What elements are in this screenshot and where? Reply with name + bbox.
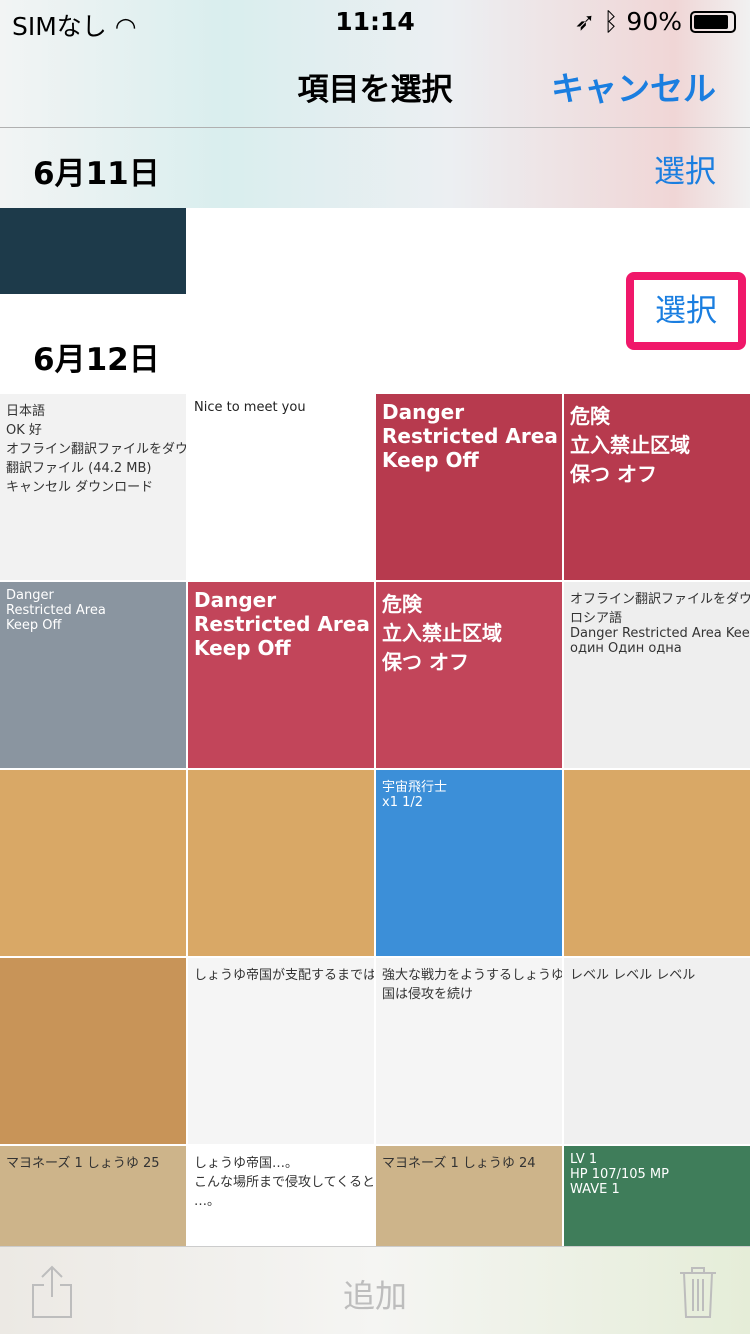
- photo-thumbnail[interactable]: しょうゆ帝国…。こんな場所まで侵攻してくるとは …。: [188, 1146, 374, 1246]
- thumbnail-text: ロシア語: [570, 611, 623, 626]
- thumbnail-text: マヨネーズ 1 しょうゆ 25: [6, 1156, 160, 1171]
- thumbnail-text: OK 好: [6, 423, 42, 438]
- section-date: 6月12日: [33, 342, 160, 378]
- thumbnail-text: x1 1/2: [382, 795, 424, 810]
- thumbnail-text: 保つ オフ: [382, 650, 469, 674]
- thumbnail-text: Restricted Area: [194, 612, 370, 636]
- photo-thumbnail[interactable]: しょうゆ帝国が支配するまでは…。: [188, 958, 374, 1144]
- thumbnail-text: 翻訳ファイル (44.2 MB): [6, 461, 152, 476]
- photo-thumbnail[interactable]: [0, 770, 186, 956]
- location-icon: ➶: [574, 7, 596, 36]
- thumbnail-text: しょうゆ帝国…。: [194, 1156, 299, 1171]
- thumbnail-text: Restricted Area: [6, 603, 106, 618]
- thumbnail-text: キャンセル ダウンロード: [6, 480, 154, 495]
- select-label: 選択: [634, 280, 738, 342]
- thumbnail-text: …。: [194, 1194, 221, 1209]
- photo-thumbnail[interactable]: 日本語 OK 好オフライン翻訳ファイルをダウンロード翻訳ファイル (44.2 MB…: [0, 394, 186, 580]
- battery-percent: 90%: [626, 7, 682, 36]
- status-bar: SIMなし ◠ 11:14 ➶ ᛒ 90%: [0, 0, 750, 41]
- thumbnail-text: LV 1: [570, 1152, 598, 1167]
- photo-thumbnail[interactable]: Nice to meet you: [188, 394, 374, 580]
- photo-thumbnail[interactable]: Danger Restricted Area Keep Off: [376, 394, 562, 580]
- photo-thumbnail[interactable]: [188, 770, 374, 956]
- photo-thumbnail[interactable]: レベル レベル レベル: [564, 958, 750, 1144]
- thumbnail-text: Danger: [194, 588, 277, 612]
- thumbnail-text: 立入禁止区域: [382, 621, 502, 645]
- thumbnail-text: 宇宙飛行士: [382, 780, 448, 795]
- thumbnail-text: レベル レベル レベル: [570, 968, 696, 983]
- battery-icon: [690, 10, 736, 33]
- thumbnail-text: Keep Off: [6, 618, 62, 633]
- section-header: 6月11日 選択: [0, 128, 750, 208]
- thumbnail-text: Danger Restricted Area Keep Off: [570, 626, 750, 641]
- thumbnail-text: 強大な戦力をようするしょうゆ帝: [382, 968, 562, 983]
- add-button[interactable]: 追加: [0, 1271, 750, 1317]
- thumbnail-text: オフライン翻訳ファイルをダウンロード: [6, 442, 186, 457]
- photo-thumbnail[interactable]: マヨネーズ 1 しょうゆ 24: [376, 1146, 562, 1246]
- photo-thumbnail[interactable]: [564, 770, 750, 956]
- photo-thumbnail[interactable]: Danger Restricted Area Keep Off: [188, 582, 374, 768]
- thumbnail-text: 危険: [382, 592, 422, 616]
- bottom-toolbar: 追加: [0, 1246, 750, 1334]
- photo-thumbnail[interactable]: 危険立入禁止区域 保つ オフ: [376, 582, 562, 768]
- photo-thumbnail[interactable]: オフライン翻訳ファイルをダウンロードロシア語Danger Restricted …: [564, 582, 750, 768]
- thumbnail-text: HP 107/105 MP: [570, 1167, 669, 1182]
- photo-thumbnail[interactable]: Danger Restricted Area Keep Off: [0, 582, 186, 768]
- cancel-button[interactable]: キャンセル: [551, 62, 716, 110]
- trash-icon[interactable]: [678, 1265, 718, 1319]
- thumbnail-text: Keep Off: [194, 636, 291, 660]
- navigation-bar: 項目を選択 キャンセル: [0, 40, 750, 128]
- photo-thumbnail[interactable]: 宇宙飛行士 x1 1/2: [376, 770, 562, 956]
- photo-thumbnail[interactable]: [0, 208, 186, 294]
- thumbnail-text: 立入禁止区域: [570, 433, 690, 457]
- photo-thumbnail[interactable]: [0, 958, 186, 1144]
- thumbnail-text: один Один одна: [570, 641, 682, 656]
- thumbnail-text: Keep Off: [382, 448, 479, 472]
- thumbnail-text: 保つ オフ: [570, 462, 657, 486]
- photo-thumbnail[interactable]: 危険立入禁止区域 保つ オフ: [564, 394, 750, 580]
- photo-thumbnail[interactable]: LV 1 HP 107/105 MP WAVE 1: [564, 1146, 750, 1246]
- select-button-highlighted[interactable]: 選択: [626, 272, 746, 350]
- thumbnail-text: 日本語: [6, 404, 46, 419]
- select-button[interactable]: 選択: [654, 146, 716, 191]
- thumbnail-text: Restricted Area: [382, 424, 558, 448]
- thumbnail-text: オフライン翻訳ファイルをダウンロード: [570, 592, 750, 607]
- thumbnail-text: Danger: [6, 588, 54, 603]
- thumbnail-text: Danger: [382, 400, 465, 424]
- section-date: 6月11日: [33, 156, 160, 192]
- thumbnail-text: Nice to meet you: [194, 400, 306, 415]
- photo-thumbnail[interactable]: 強大な戦力をようするしょうゆ帝 国は侵攻を続け: [376, 958, 562, 1144]
- section-header: 6月12日 選択: [0, 272, 750, 394]
- thumbnail-text: しょうゆ帝国が支配するまでは…。: [194, 968, 374, 983]
- thumbnail-text: 危険: [570, 404, 610, 428]
- thumbnail-text: マヨネーズ 1 しょうゆ 24: [382, 1156, 536, 1171]
- bluetooth-icon: ᛒ: [603, 7, 619, 36]
- thumbnail-text: 国は侵攻を続け: [382, 987, 474, 1002]
- thumbnail-text: WAVE 1: [570, 1182, 620, 1197]
- thumbnail-text: こんな場所まで侵攻してくるとは: [194, 1175, 374, 1190]
- photo-thumbnail[interactable]: マヨネーズ 1 しょうゆ 25: [0, 1146, 186, 1246]
